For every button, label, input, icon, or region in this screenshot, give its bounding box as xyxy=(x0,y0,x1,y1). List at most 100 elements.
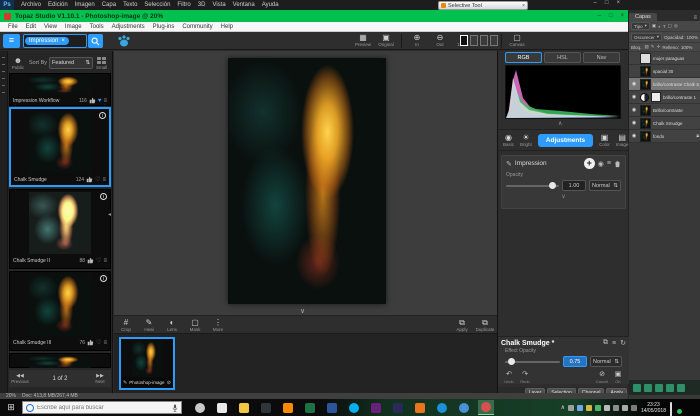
taskbar-app-edge[interactable] xyxy=(434,401,450,415)
basic-button[interactable]: ◉Basic xyxy=(503,133,514,147)
favorite-icon[interactable]: ♡ xyxy=(96,340,101,346)
info-icon[interactable]: i xyxy=(99,112,106,119)
opacity-value[interactable]: 100% xyxy=(687,35,699,40)
tz-menu-file[interactable]: File xyxy=(8,24,18,30)
preset-search-field[interactable]: Impression × xyxy=(23,34,87,48)
preset-card-chalk-smudge-3[interactable]: i Chalk Smudge III 76 ♡ ≡ xyxy=(9,271,111,351)
link-layers-icon[interactable] xyxy=(633,384,641,392)
bright-button[interactable]: ☀Bright xyxy=(520,133,532,147)
tray-icon[interactable] xyxy=(604,405,610,411)
zoom-out-button[interactable]: ⊖Out xyxy=(432,33,448,48)
visibility-toggle[interactable]: ◉ xyxy=(630,94,638,100)
thumbs-up-icon[interactable] xyxy=(86,176,93,183)
layer-effects-icon[interactable] xyxy=(644,384,652,392)
ps-menu-vista[interactable]: Vista xyxy=(212,2,225,8)
taskbar-app-chrome[interactable] xyxy=(456,401,472,415)
start-button[interactable]: ⊞ xyxy=(0,402,22,413)
tray-icon[interactable] xyxy=(568,405,574,411)
blend-mode-select[interactable]: Oscurecer ▾ xyxy=(631,33,662,41)
opacity-value[interactable]: 1.00 xyxy=(562,180,586,191)
apply-button[interactable]: ⧉Apply xyxy=(454,318,470,332)
search-input[interactable] xyxy=(37,405,169,411)
favorite-icon[interactable]: ♡ xyxy=(96,258,101,264)
heal-button[interactable]: ✎Heal xyxy=(141,318,157,332)
view-sidebyside-button[interactable] xyxy=(480,35,488,46)
ps-menu-ventana[interactable]: Ventana xyxy=(233,2,255,8)
taskbar-app-excel[interactable] xyxy=(302,401,318,415)
sort-select[interactable]: Featured ⇅ xyxy=(49,57,93,69)
info-icon[interactable]: i xyxy=(100,275,107,282)
slider-knob[interactable] xyxy=(508,358,515,365)
layer-row-fondo[interactable]: ◉ fondo 🔒︎ xyxy=(629,130,700,143)
visibility-eye-icon[interactable]: ◉ xyxy=(598,160,604,168)
blend-mode-select[interactable]: Normal ⇅ xyxy=(589,180,621,191)
effect-blend-select[interactable]: Normal ⇅ xyxy=(590,356,622,367)
original-button[interactable]: ▣Original xyxy=(378,33,394,48)
lock-position-icon[interactable]: ✛ xyxy=(657,44,661,50)
ps-menu-edicion[interactable]: Edición xyxy=(48,2,68,8)
new-adjustment-icon[interactable] xyxy=(666,384,674,392)
ps-maximize-button[interactable]: □ xyxy=(605,0,609,6)
tab-rgb[interactable]: RGB xyxy=(505,52,542,63)
taskbar-app-word[interactable] xyxy=(324,401,340,415)
effect-opacity-value[interactable]: 0.75 xyxy=(563,356,587,367)
tray-icon[interactable] xyxy=(613,405,619,411)
microphone-icon[interactable] xyxy=(172,404,178,412)
tz-menu-help[interactable]: Help xyxy=(221,24,233,30)
taskbar-app-vlc[interactable] xyxy=(280,401,296,415)
filter-type-icon[interactable]: T xyxy=(663,24,666,29)
tz-menu-adjustments[interactable]: Adjustments xyxy=(112,24,145,30)
preset-menu-icon[interactable]: ≡ xyxy=(103,258,107,264)
adjustment-collapse-icon[interactable]: ∨ xyxy=(502,193,625,200)
layer-row-brillo-contraste-1[interactable]: ◉ brillo/contraste 1 xyxy=(629,91,700,104)
topaz-titlebar[interactable]: Topaz Studio V1.10.1 - Photoshop-image @… xyxy=(0,10,628,22)
ps-menu-archivo[interactable]: Archivo xyxy=(21,2,41,8)
new-layer-icon[interactable] xyxy=(677,384,685,392)
preset-menu-icon[interactable]: ≡ xyxy=(103,98,107,104)
ps-close-button[interactable]: × xyxy=(616,0,620,6)
lock-pixels-icon[interactable]: ✎ xyxy=(651,44,655,50)
taskbar-app-mail[interactable] xyxy=(214,401,230,415)
info-icon[interactable]: i xyxy=(100,193,107,200)
taskbar-app-visual-studio[interactable] xyxy=(368,401,384,415)
tray-icon[interactable] xyxy=(595,405,601,411)
adjustments-button[interactable]: Adjustments xyxy=(538,134,593,147)
taskbar-clock[interactable]: 23:23 14/05/2018 xyxy=(641,402,666,414)
image-button[interactable]: ▤Image xyxy=(616,133,629,147)
ps-menu-ayuda[interactable]: Ayuda xyxy=(262,2,279,8)
ps-menu-filtro[interactable]: Filtro xyxy=(177,2,190,8)
slider-knob[interactable] xyxy=(549,182,556,189)
ps-menu-seleccion[interactable]: Selección xyxy=(144,2,170,8)
canvas-button[interactable]: ▢Canvas xyxy=(509,33,525,48)
trash-icon[interactable] xyxy=(614,160,621,168)
topaz-maximize-button[interactable]: □ xyxy=(609,13,613,19)
tz-menu-plugins[interactable]: Plug-ins xyxy=(153,24,175,30)
layer-row-mujer-paraguas[interactable]: mujer paraguas xyxy=(629,52,700,65)
taskbar-app-file-explorer[interactable] xyxy=(236,401,252,415)
tray-icon[interactable] xyxy=(631,405,637,411)
preset-card-impression-workflow[interactable]: Impression Workflow 116 ♥ ≡ xyxy=(9,73,111,106)
ok-button[interactable]: ▣OK xyxy=(610,371,626,384)
preset-card-chalk-smudge-2[interactable]: i Chalk Smudge II 88 ♡ ≡ xyxy=(9,189,111,269)
tab-hsl[interactable]: HSL xyxy=(544,52,581,63)
visibility-toggle[interactable]: ◉ xyxy=(630,81,638,87)
undo-button[interactable]: ↶Undo xyxy=(501,371,517,384)
remove-icon[interactable]: ⊘ xyxy=(167,380,171,386)
previous-page-button[interactable]: ◀◀ Previous xyxy=(9,373,31,384)
panel-collapse-icon[interactable]: ◂ xyxy=(108,211,111,218)
thumbs-up-icon[interactable] xyxy=(87,257,94,264)
taskbar-app-task-view[interactable] xyxy=(192,401,208,415)
lock-transparent-icon[interactable]: ▨ xyxy=(645,44,649,50)
thumbnail-size-button[interactable]: Small xyxy=(96,57,107,70)
canvas-collapse-icon[interactable]: ∨ xyxy=(300,307,305,315)
panel-menu-icon[interactable]: ≡ xyxy=(693,15,700,21)
topaz-close-button[interactable]: × xyxy=(620,13,624,19)
taskbar-app-premiere[interactable] xyxy=(390,401,406,415)
add-mask-icon[interactable] xyxy=(655,384,663,392)
histogram-collapse-icon[interactable]: ∧ xyxy=(558,120,562,127)
crop-button[interactable]: #Crop xyxy=(118,318,134,332)
effect-opacity-slider[interactable] xyxy=(505,361,560,363)
filter-smartobject-icon[interactable]: ◎ xyxy=(674,23,678,29)
preview-button[interactable]: ▦Preview xyxy=(355,33,371,48)
tz-menu-image[interactable]: Image xyxy=(65,24,82,30)
